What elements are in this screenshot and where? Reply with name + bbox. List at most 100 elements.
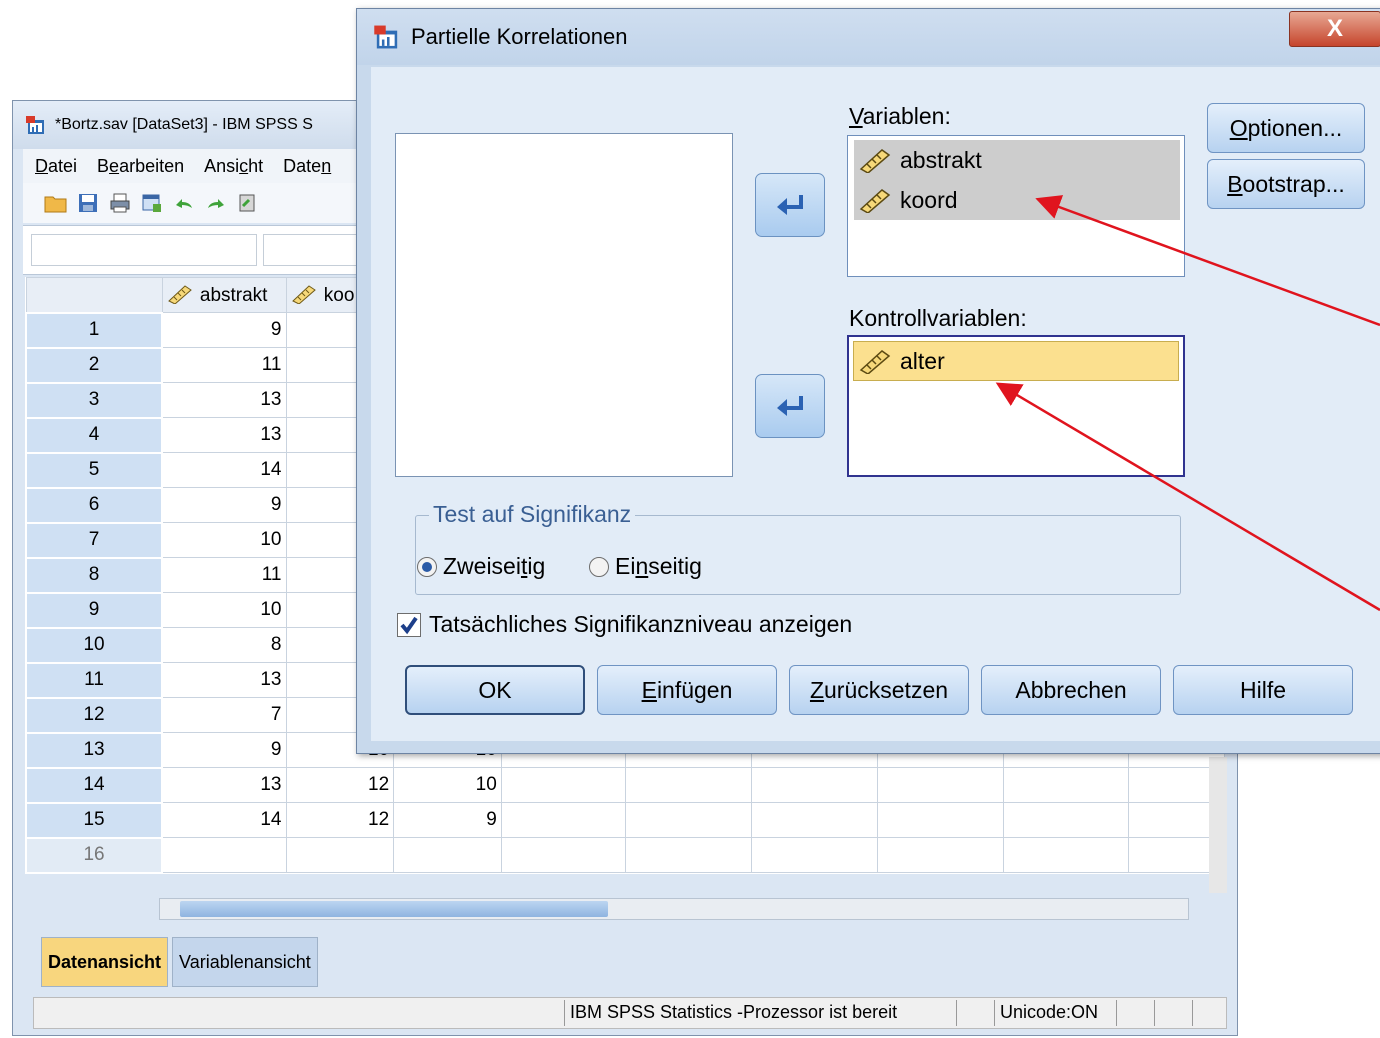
- data-cell[interactable]: [750, 837, 878, 873]
- row-number[interactable]: 1: [24, 311, 164, 349]
- menu-bearbeiten[interactable]: Bearbeiten: [87, 156, 194, 177]
- data-cell[interactable]: [500, 802, 626, 838]
- main-window-title: *Bortz.sav [DataSet3] - IBM SPSS S: [55, 116, 313, 133]
- row-number[interactable]: 16: [24, 836, 164, 874]
- list-item[interactable]: abstrakt: [854, 140, 1180, 180]
- reset-button[interactable]: Zurücksetzen: [789, 665, 969, 715]
- checkbox-check-icon: [397, 612, 421, 637]
- tab-data-view[interactable]: Datenansicht: [41, 937, 169, 987]
- data-cell[interactable]: 10: [393, 767, 502, 803]
- column-header-label: koo: [323, 284, 355, 306]
- menu-daten[interactable]: Daten: [273, 156, 341, 177]
- move-arrow-icon: [777, 195, 803, 215]
- data-cell[interactable]: 10: [161, 522, 287, 558]
- data-cell[interactable]: 13: [161, 382, 287, 418]
- row-number[interactable]: 8: [24, 556, 164, 594]
- data-cell[interactable]: [876, 802, 1004, 838]
- close-button[interactable]: X: [1289, 11, 1380, 47]
- row-number[interactable]: 2: [24, 346, 164, 384]
- data-cell[interactable]: 9: [393, 802, 502, 838]
- row-number[interactable]: 15: [24, 801, 164, 839]
- data-cell[interactable]: [161, 837, 287, 873]
- move-to-variables-button[interactable]: [755, 173, 825, 237]
- save-icon[interactable]: [75, 190, 101, 216]
- data-cell[interactable]: 12: [285, 802, 395, 838]
- menu-ansicht[interactable]: Ansicht: [194, 156, 273, 177]
- data-cell[interactable]: [285, 837, 395, 873]
- column-header[interactable]: abstrakt: [161, 277, 287, 313]
- data-cell[interactable]: 14: [161, 802, 287, 838]
- data-cell[interactable]: 11: [161, 347, 287, 383]
- tab-variable-view[interactable]: Variablenansicht: [172, 937, 318, 987]
- variable-name: abstrakt: [900, 146, 982, 173]
- redo-icon[interactable]: [203, 190, 229, 216]
- list-item[interactable]: alter: [853, 341, 1179, 381]
- spss-app-icon: [26, 116, 44, 134]
- row-number[interactable]: 14: [24, 766, 164, 804]
- row-number[interactable]: 5: [24, 451, 164, 489]
- data-cell[interactable]: 7: [161, 697, 287, 733]
- data-cell[interactable]: [500, 767, 626, 803]
- list-item[interactable]: koord: [854, 180, 1180, 220]
- scrollbar-thumb[interactable]: [180, 901, 608, 917]
- row-number[interactable]: 3: [24, 381, 164, 419]
- row-number[interactable]: 10: [24, 626, 164, 664]
- data-cell[interactable]: 9: [161, 487, 287, 523]
- options-button[interactable]: Optionen...: [1207, 103, 1365, 153]
- data-cell[interactable]: 12: [285, 767, 395, 803]
- data-cell[interactable]: 9: [161, 312, 287, 348]
- data-cell[interactable]: [750, 767, 878, 803]
- data-cell[interactable]: [500, 837, 626, 873]
- data-cell[interactable]: [1002, 767, 1130, 803]
- row-number[interactable]: 11: [24, 661, 164, 699]
- data-cell[interactable]: 13: [161, 417, 287, 453]
- move-arrow-icon: [777, 396, 803, 416]
- significance-group-label: Test auf Signifikanz: [429, 501, 636, 528]
- bootstrap-button[interactable]: Bootstrap...: [1207, 159, 1365, 209]
- help-button[interactable]: Hilfe: [1173, 665, 1353, 715]
- paste-button[interactable]: Einfügen: [597, 665, 777, 715]
- data-cell[interactable]: 13: [161, 662, 287, 698]
- data-cell[interactable]: [393, 837, 502, 873]
- data-cell[interactable]: [624, 767, 752, 803]
- row-number[interactable]: 6: [24, 486, 164, 524]
- data-cell[interactable]: [876, 837, 1004, 873]
- row-number[interactable]: 9: [24, 591, 164, 629]
- data-cell[interactable]: 13: [161, 767, 287, 803]
- table-row: 14 13 12 10: [24, 766, 1225, 804]
- data-cell[interactable]: [1002, 802, 1130, 838]
- menu-datei[interactable]: Datei: [23, 156, 87, 177]
- cancel-button[interactable]: Abbrechen: [981, 665, 1161, 715]
- open-folder-icon[interactable]: [43, 190, 69, 216]
- data-cell[interactable]: 8: [161, 627, 287, 663]
- two-tailed-radio[interactable]: Zweiseitig: [417, 553, 545, 580]
- data-cell[interactable]: 14: [161, 452, 287, 488]
- row-number[interactable]: 4: [24, 416, 164, 454]
- data-cell[interactable]: [1002, 837, 1130, 873]
- goto-case-icon[interactable]: [235, 190, 261, 216]
- one-tailed-radio[interactable]: Einseitig: [589, 553, 702, 580]
- variables-list[interactable]: abstrakt koord: [847, 135, 1185, 277]
- show-actual-significance-checkbox[interactable]: Tatsächliches Signifikanzniveau anzeigen: [397, 611, 852, 638]
- horizontal-scrollbar[interactable]: [159, 898, 1189, 920]
- undo-icon[interactable]: [171, 190, 197, 216]
- vertical-scrollbar[interactable]: [1209, 757, 1227, 893]
- data-cell[interactable]: [876, 767, 1004, 803]
- data-cell[interactable]: 11: [161, 557, 287, 593]
- radio-indicator: [417, 556, 437, 577]
- data-cell[interactable]: 9: [161, 732, 287, 768]
- data-cell[interactable]: [624, 802, 752, 838]
- cell-reference-field[interactable]: [31, 234, 257, 266]
- data-cell[interactable]: [624, 837, 752, 873]
- row-number[interactable]: 13: [24, 731, 164, 769]
- ok-button[interactable]: OK: [405, 665, 585, 715]
- source-variable-list[interactable]: [395, 133, 733, 477]
- print-icon[interactable]: [107, 190, 133, 216]
- move-to-control-button[interactable]: [755, 374, 825, 438]
- dialog-recall-icon[interactable]: [139, 190, 165, 216]
- data-cell[interactable]: 10: [161, 592, 287, 628]
- data-cell[interactable]: [750, 802, 878, 838]
- control-variables-list[interactable]: alter: [847, 335, 1185, 477]
- row-number[interactable]: 12: [24, 696, 164, 734]
- row-number[interactable]: 7: [24, 521, 164, 559]
